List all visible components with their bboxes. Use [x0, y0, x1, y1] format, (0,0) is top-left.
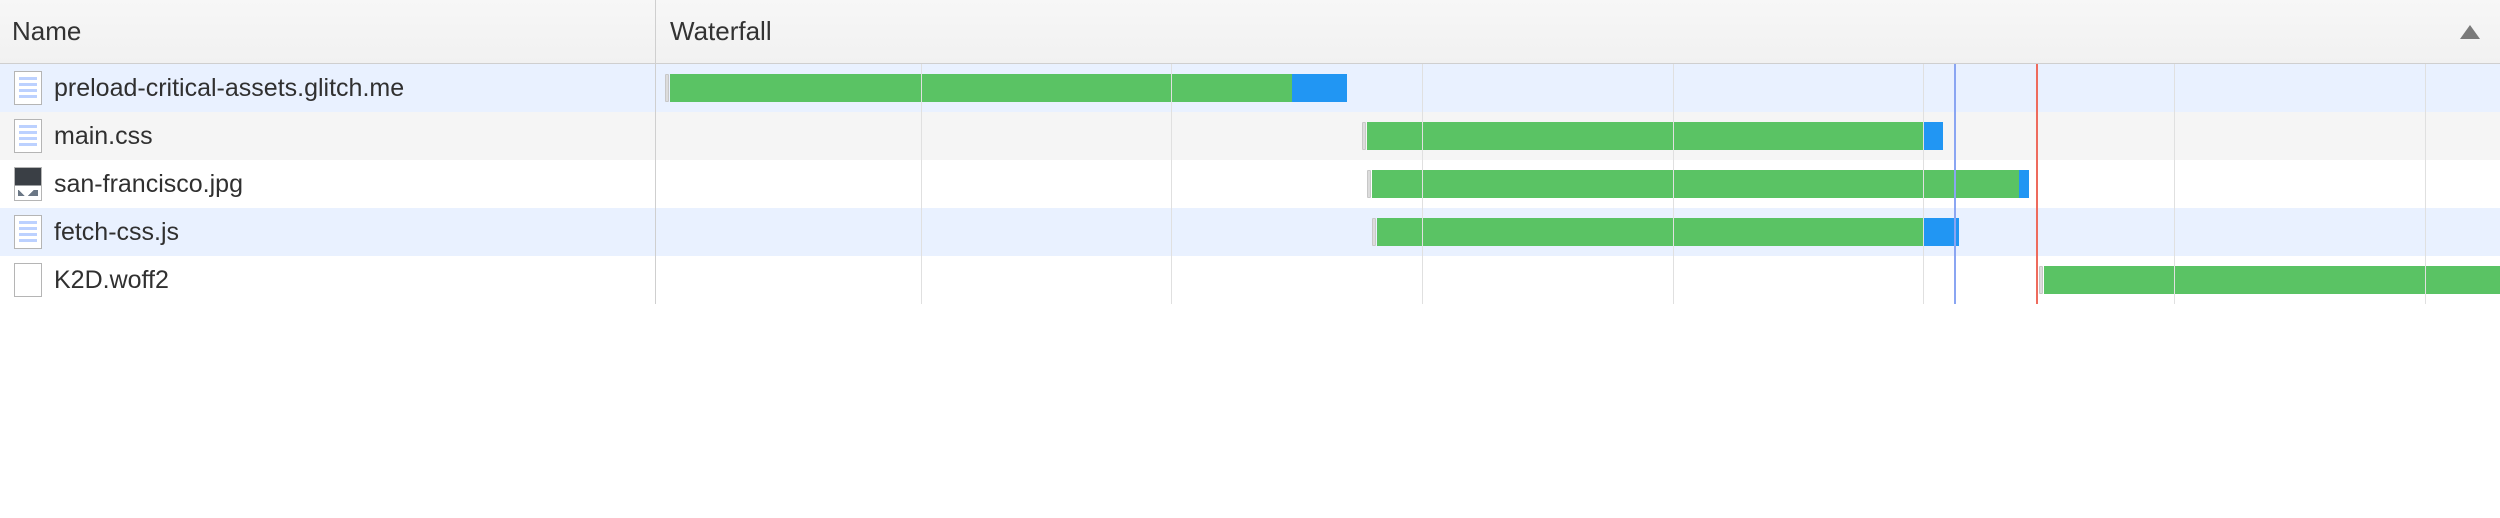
column-header-name[interactable]: Name: [0, 0, 656, 63]
download-bar: [1923, 218, 1958, 246]
download-bar: [2019, 170, 2029, 198]
name-cell[interactable]: san-francisco.jpg: [0, 160, 656, 208]
file-icon: [14, 119, 42, 153]
queueing-handle: [2039, 266, 2043, 294]
queueing-handle: [665, 74, 669, 102]
file-icon: [14, 215, 42, 249]
request-name: fetch-css.js: [54, 218, 179, 247]
request-name: san-francisco.jpg: [54, 170, 243, 199]
waterfall-cell[interactable]: [656, 160, 2500, 208]
column-header-waterfall[interactable]: Waterfall: [656, 0, 2500, 63]
queueing-handle: [1362, 122, 1366, 150]
table-body: preload-critical-assets.glitch.me main.cs…: [0, 64, 2500, 304]
request-name: K2D.woff2: [54, 266, 169, 295]
file-icon: [14, 263, 42, 297]
waiting-bar: [2044, 266, 2500, 294]
table-row[interactable]: fetch-css.js: [0, 208, 2500, 256]
network-panel: Name Waterfall preload-critical-assets.g…: [0, 0, 2500, 304]
download-bar: [1292, 74, 1347, 102]
queueing-handle: [1367, 170, 1371, 198]
file-icon: [14, 167, 42, 201]
table-row[interactable]: preload-critical-assets.glitch.me: [0, 64, 2500, 112]
column-header-name-label: Name: [12, 16, 81, 47]
waterfall-cell[interactable]: [656, 64, 2500, 112]
waiting-bar: [1377, 218, 1923, 246]
table-row[interactable]: main.css: [0, 112, 2500, 160]
table-row[interactable]: K2D.woff2: [0, 256, 2500, 304]
waterfall-cell[interactable]: [656, 256, 2500, 304]
waterfall-cell[interactable]: [656, 208, 2500, 256]
table-row[interactable]: san-francisco.jpg: [0, 160, 2500, 208]
name-cell[interactable]: fetch-css.js: [0, 208, 656, 256]
name-cell[interactable]: preload-critical-assets.glitch.me: [0, 64, 656, 112]
file-icon: [14, 71, 42, 105]
column-header-waterfall-label: Waterfall: [670, 16, 772, 47]
download-bar: [1923, 122, 1943, 150]
sort-ascending-icon: [2460, 25, 2480, 39]
waiting-bar: [670, 74, 1292, 102]
name-cell[interactable]: K2D.woff2: [0, 256, 656, 304]
waiting-bar: [1372, 170, 2019, 198]
request-name: main.css: [54, 122, 153, 151]
table-header: Name Waterfall: [0, 0, 2500, 64]
name-cell[interactable]: main.css: [0, 112, 656, 160]
request-name: preload-critical-assets.glitch.me: [54, 74, 404, 103]
queueing-handle: [1372, 218, 1376, 246]
waterfall-cell[interactable]: [656, 112, 2500, 160]
waiting-bar: [1367, 122, 1924, 150]
